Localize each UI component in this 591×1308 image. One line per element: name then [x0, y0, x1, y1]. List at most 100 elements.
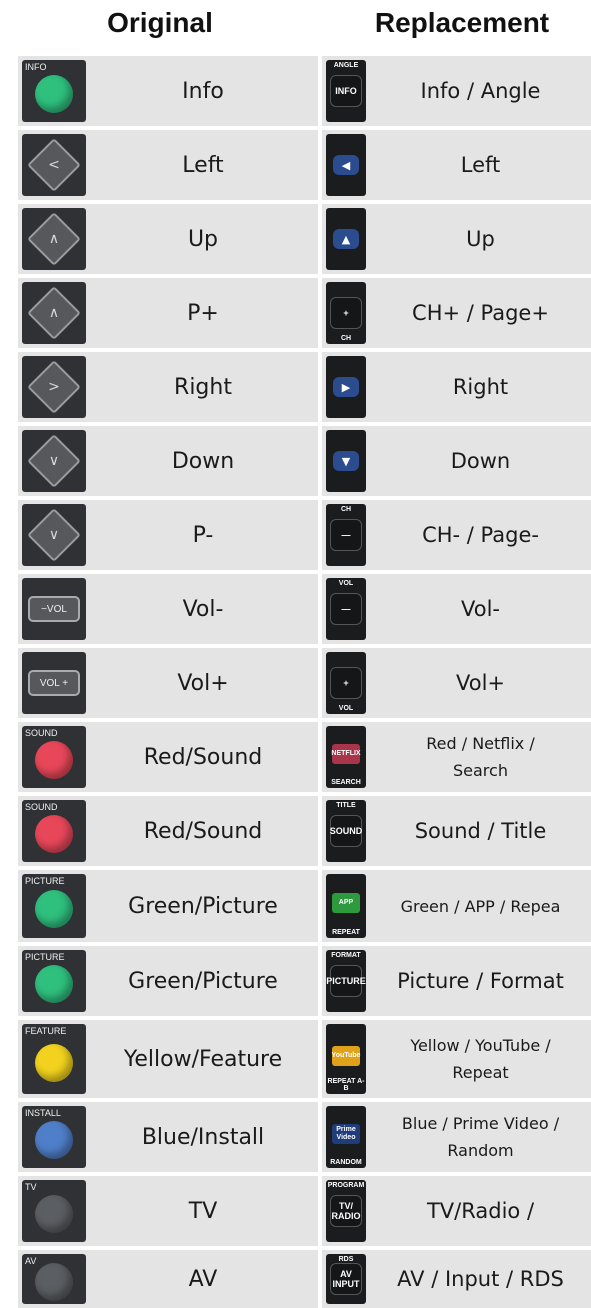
original-cell: TV TV: [18, 1176, 318, 1246]
blue-up-arrow-button-icon: ▲: [326, 208, 366, 270]
app-button-icon: APP REPEAT: [326, 874, 366, 938]
info-angle-button-icon: ANGLE INFO: [326, 60, 366, 122]
column-headers: Original Replacement: [0, 0, 591, 52]
original-key-ball: [35, 965, 73, 1004]
original-button-label: Down: [171, 448, 235, 474]
youtube-button-icon: YouTube REPEAT A-B: [326, 1024, 366, 1094]
table-row: TV TV PROGRAM TV/ RADIO TV/Radio /: [18, 1176, 591, 1246]
original-cell: INSTALL Blue/Install: [18, 1102, 318, 1172]
replacement-button-label: Blue / Prime Video / Random: [401, 1114, 560, 1160]
replacement-key-bottom-label: REPEAT: [332, 929, 360, 936]
original-key-glyph: <: [48, 157, 60, 173]
replacement-button-label: AV / Input / RDS: [397, 1267, 564, 1291]
table-row: ∧ P+ + CH CH+ / Page+: [18, 278, 591, 348]
replacement-key-glyph: ▲: [333, 229, 359, 249]
original-button-label: Left: [182, 152, 224, 178]
replacement-cell: Prime Video RANDOM Blue / Prime Video / Ra…: [322, 1102, 591, 1172]
yellow-feature-button-icon: FEATURE: [22, 1024, 86, 1094]
green-picture-button-icon: PICTURE: [22, 874, 86, 938]
table-row: PICTURE Green/Picture FORMAT PICTURE Picture…: [18, 946, 591, 1016]
table-row: VOL + Vol+ + VOL Vol+: [18, 648, 591, 718]
replacement-cell: ▶ Right: [322, 352, 591, 422]
replacement-key-bottom-label: CH: [340, 335, 352, 342]
original-key-ball: [35, 1121, 73, 1160]
table-row: −VOL Vol- VOL — Vol-: [18, 574, 591, 644]
original-button-label: Green/Picture: [128, 893, 278, 919]
original-cell: ∧ P+: [18, 278, 318, 348]
original-button-label: AV: [188, 1266, 218, 1292]
replacement-cell: VOL — Vol-: [322, 574, 591, 644]
replacement-key-top-label: ANGLE: [333, 62, 359, 69]
replacement-key-face: Prime Video: [332, 1123, 360, 1144]
replacement-button-label: Red / Netflix / Search: [426, 734, 535, 780]
original-cell: FEATURE Yellow/Feature: [18, 1020, 318, 1098]
table-row: INSTALL Blue/Install Prime Video RANDOM Blue…: [18, 1102, 591, 1172]
replacement-key-face: YouTube: [332, 1045, 360, 1066]
replacement-key-bottom-label: REPEAT A-B: [327, 1078, 365, 1092]
original-button-label: Vol+: [177, 670, 229, 696]
original-cell: INFO Info: [18, 56, 318, 126]
table-row: ∧ Up ▲ Up: [18, 204, 591, 274]
original-key-tag: PICTURE: [25, 952, 65, 962]
replacement-key-face: —: [330, 593, 362, 625]
replacement-key-face: APP: [332, 892, 360, 913]
original-key-glyph: ∨: [48, 453, 60, 469]
original-key-ball: [35, 741, 73, 780]
blue-down-arrow-button-icon: ▼: [326, 430, 366, 492]
replacement-key-face: PICTURE: [326, 965, 366, 997]
down-arrow-button-icon: ∨: [22, 430, 86, 492]
replacement-cell: YouTube REPEAT A-B Yellow / YouTube / Repe…: [322, 1020, 591, 1098]
table-row: SOUND Red/Sound TITLE SOUND Sound / Title: [18, 796, 591, 866]
replacement-cell: NETFLIX SEARCH Red / Netflix / Search: [322, 722, 591, 792]
original-key-tag: INSTALL: [25, 1108, 61, 1118]
replacement-button-label: TV/Radio /: [426, 1199, 535, 1223]
replacement-key-face: +: [330, 667, 362, 699]
original-key-tag: TV: [25, 1182, 37, 1192]
original-button-label: Yellow/Feature: [123, 1046, 283, 1072]
replacement-key-face: INFO: [330, 75, 362, 107]
replacement-key-face: —: [330, 519, 362, 551]
tv-radio-button-icon: PROGRAM TV/ RADIO: [326, 1180, 366, 1242]
original-cell: ∨ P-: [18, 500, 318, 570]
original-column-header: Original: [107, 7, 213, 38]
original-button-label: Up: [187, 226, 219, 252]
av-input-button-icon: RDS AV INPUT: [326, 1254, 366, 1304]
replacement-cell: ▼ Down: [322, 426, 591, 496]
replacement-button-label: Right: [452, 375, 509, 399]
green-info-button-icon: INFO: [22, 60, 86, 122]
replacement-cell: APP REPEAT Green / APP / Repea: [322, 870, 591, 942]
original-key-ball: [35, 1043, 73, 1082]
original-button-label: Green/Picture: [128, 968, 278, 994]
channel-plus-button-icon: + CH: [326, 282, 366, 344]
original-key-tag: SOUND: [25, 728, 58, 738]
replacement-key-top-label: TITLE: [336, 802, 356, 809]
original-key-ball: [35, 75, 73, 114]
program-down-button-icon: ∨: [22, 504, 86, 566]
original-cell: ∧ Up: [18, 204, 318, 274]
original-key-glyph: ∧: [48, 305, 60, 321]
green-picture-button-icon: PICTURE: [22, 950, 86, 1012]
replacement-button-label: Green / APP / Repea: [400, 896, 561, 916]
button-mapping-table: INFO Info ANGLE INFO Info / Angle < Left ◀ Left ∧…: [18, 56, 591, 1308]
volume-plus-button-icon: + VOL: [326, 652, 366, 714]
blue-left-arrow-button-icon: ◀: [326, 134, 366, 196]
original-key-ball: [35, 1195, 73, 1234]
original-key-glyph: >: [48, 379, 60, 395]
left-arrow-button-icon: <: [22, 134, 86, 196]
blue-install-button-icon: INSTALL: [22, 1106, 86, 1168]
replacement-key-glyph: ▼: [333, 451, 359, 471]
replacement-key-face: TV/ RADIO: [330, 1195, 362, 1227]
original-key-tag: FEATURE: [25, 1026, 67, 1036]
blue-right-arrow-button-icon: ▶: [326, 356, 366, 418]
replacement-button-label: Left: [460, 153, 501, 177]
program-up-button-icon: ∧: [22, 282, 86, 344]
original-button-label: TV: [188, 1198, 218, 1224]
replacement-key-glyph: ◀: [333, 155, 359, 175]
volume-down-button-icon: −VOL: [22, 578, 86, 640]
channel-minus-button-icon: CH —: [326, 504, 366, 566]
original-key-ball: [35, 1262, 73, 1301]
table-row: ∨ Down ▼ Down: [18, 426, 591, 496]
replacement-key-bottom-label: RANDOM: [330, 1159, 362, 1166]
table-row: SOUND Red/Sound NETFLIX SEARCH Red / Netflix…: [18, 722, 591, 792]
volume-up-button-icon: VOL +: [22, 652, 86, 714]
